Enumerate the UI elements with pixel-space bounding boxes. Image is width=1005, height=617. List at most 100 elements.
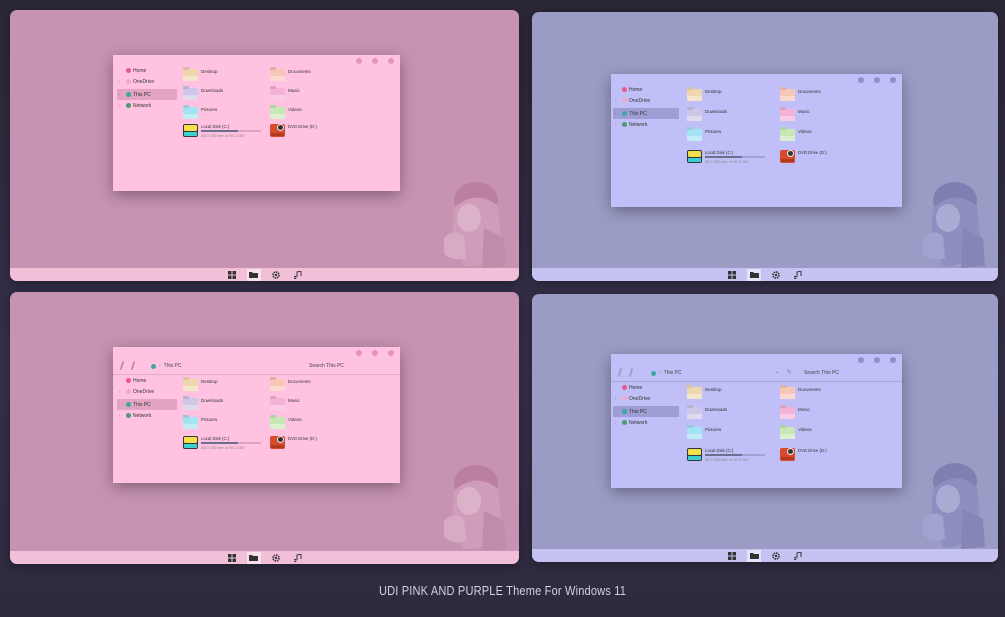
sidebar-item-onedrive[interactable]: › OneDrive: [117, 386, 177, 397]
search-input[interactable]: Search This PC: [804, 370, 839, 376]
sidebar-item-this-pc[interactable]: › This PC: [613, 108, 679, 119]
folder-downloads[interactable]: Downloads: [183, 88, 223, 102]
drive-local-disk[interactable]: Local Disk (C:) 36.0 GB free of 95.2 GB: [687, 150, 765, 164]
breadcrumb[interactable]: › This PC: [151, 363, 181, 369]
taskbar-music[interactable]: [291, 552, 305, 564]
breadcrumb[interactable]: › This PC: [651, 370, 681, 376]
sidebar-item-onedrive[interactable]: › OneDrive: [613, 95, 679, 106]
chevron-down-icon[interactable]: ⌄: [775, 369, 779, 375]
file-explorer-window[interactable]: Home › OneDrive › This PC › Network Desktop…: [611, 74, 902, 207]
close-button[interactable]: [890, 77, 896, 83]
folder-documents[interactable]: Documents: [780, 89, 821, 103]
minimize-button[interactable]: [356, 58, 362, 64]
sidebar-item-home[interactable]: Home: [117, 375, 177, 386]
sidebar-item-network[interactable]: › Network: [117, 410, 177, 421]
sidebar-item-onedrive[interactable]: › OneDrive: [117, 76, 177, 87]
folder-desktop[interactable]: Desktop: [687, 89, 722, 103]
minimize-button[interactable]: [356, 350, 362, 356]
folder-music[interactable]: Music: [780, 407, 810, 421]
search-input[interactable]: Search This PC: [309, 363, 344, 369]
taskbar-music[interactable]: [791, 269, 805, 281]
start-button[interactable]: [725, 269, 739, 281]
folder-downloads[interactable]: Downloads: [183, 398, 223, 412]
maximize-button[interactable]: [372, 58, 378, 64]
gear-icon: [271, 270, 280, 279]
folder-videos[interactable]: Videos: [780, 129, 812, 143]
maximize-button[interactable]: [874, 357, 880, 363]
network-icon: [622, 420, 627, 425]
folder-videos[interactable]: Videos: [270, 417, 302, 431]
drive-dvd[interactable]: DVD Drive (D:): [780, 150, 827, 163]
folder-icon: [249, 555, 258, 561]
start-button[interactable]: [725, 550, 739, 562]
folder-pictures[interactable]: Pictures: [687, 129, 721, 143]
start-button[interactable]: [225, 269, 239, 281]
folder-documents[interactable]: Documents: [780, 387, 821, 401]
refresh-icon[interactable]: ↻: [787, 369, 791, 375]
taskbar-file-explorer[interactable]: [246, 551, 261, 564]
taskbar-settings[interactable]: [769, 269, 783, 281]
forward-button[interactable]: [628, 367, 634, 378]
folder-pictures[interactable]: Pictures: [687, 427, 721, 441]
disk-usage-bar: [201, 442, 239, 444]
sidebar-item-onedrive[interactable]: › OneDrive: [613, 393, 679, 404]
sidebar-item-network[interactable]: › Network: [613, 119, 679, 130]
folder-desktop[interactable]: Desktop: [687, 387, 722, 401]
taskbar-music[interactable]: [791, 550, 805, 562]
folder-documents[interactable]: Documents: [270, 379, 311, 393]
folder-videos[interactable]: Videos: [270, 107, 302, 121]
taskbar-file-explorer[interactable]: [246, 268, 261, 281]
sidebar-item-network[interactable]: › Network: [117, 100, 177, 111]
folder-downloads[interactable]: Downloads: [687, 109, 727, 123]
folder-videos[interactable]: Videos: [780, 427, 812, 441]
folder-icon: [270, 88, 285, 100]
taskbar-settings[interactable]: [269, 269, 283, 281]
folder-pictures[interactable]: Pictures: [183, 107, 217, 121]
sidebar-item-this-pc[interactable]: › This PC: [117, 399, 177, 410]
close-button[interactable]: [388, 58, 394, 64]
back-button[interactable]: [617, 367, 623, 378]
drive-dvd[interactable]: DVD Drive (D:): [780, 448, 827, 461]
sidebar-item-home[interactable]: Home: [613, 84, 679, 95]
folder-music[interactable]: Music: [270, 398, 300, 412]
taskbar-music[interactable]: [291, 269, 305, 281]
home-icon: [622, 87, 627, 92]
close-button[interactable]: [388, 350, 394, 356]
minimize-button[interactable]: [858, 77, 864, 83]
maximize-button[interactable]: [372, 350, 378, 356]
taskbar-settings[interactable]: [769, 550, 783, 562]
back-button[interactable]: [119, 360, 125, 371]
folder-icon: [183, 398, 198, 410]
taskbar-file-explorer[interactable]: [747, 268, 761, 281]
start-button[interactable]: [225, 552, 239, 564]
sidebar-item-this-pc[interactable]: › This PC: [613, 406, 679, 417]
folder-pictures[interactable]: Pictures: [183, 417, 217, 431]
forward-button[interactable]: [130, 360, 136, 371]
drive-local-disk[interactable]: Local Disk (C:) 36.0 GB free of 95.2 GB: [183, 124, 261, 138]
drive-local-disk[interactable]: Local Disk (C:) 36.0 GB free of 95.2 GB: [183, 436, 261, 450]
drive-local-disk[interactable]: Local Disk (C:) 36.0 GB free of 95.2 GB: [687, 448, 765, 462]
drive-dvd[interactable]: DVD Drive (D:): [270, 436, 317, 449]
drive-dvd[interactable]: DVD Drive (D:): [270, 124, 317, 137]
file-explorer-window[interactable]: Home › OneDrive › This PC › Network Desktop…: [113, 55, 400, 191]
anime-girl-wallpaper-art: [923, 463, 985, 549]
sidebar-item-home[interactable]: Home: [613, 382, 679, 393]
sidebar-item-network[interactable]: › Network: [613, 417, 679, 428]
folder-music[interactable]: Music: [780, 109, 810, 123]
folder-music[interactable]: Music: [270, 88, 300, 102]
folder-desktop[interactable]: Desktop: [183, 69, 218, 83]
folder-desktop[interactable]: Desktop: [183, 379, 218, 393]
minimize-button[interactable]: [858, 357, 864, 363]
sidebar-item-this-pc[interactable]: › This PC: [117, 89, 177, 100]
sidebar-item-home[interactable]: Home: [117, 65, 177, 76]
folder-icon: [780, 109, 795, 121]
file-explorer-window[interactable]: › This PC ⌄ ↻ Search This PC Home › OneDri…: [611, 354, 902, 488]
taskbar-settings[interactable]: [269, 552, 283, 564]
taskbar-file-explorer[interactable]: [747, 549, 761, 562]
file-explorer-window[interactable]: › This PC Search This PC Home › OneDrive ›…: [113, 347, 400, 483]
maximize-button[interactable]: [874, 77, 880, 83]
folder-documents[interactable]: Documents: [270, 69, 311, 83]
folder-downloads[interactable]: Downloads: [687, 407, 727, 421]
dvd-drive-icon: [780, 448, 795, 461]
close-button[interactable]: [890, 357, 896, 363]
